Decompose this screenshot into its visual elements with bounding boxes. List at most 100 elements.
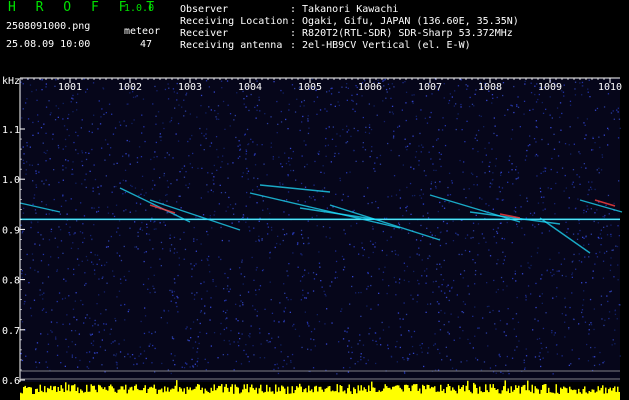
noise-pixel: [492, 309, 494, 312]
noise-pixel: [225, 312, 227, 314]
noise-pixel: [193, 298, 196, 300]
level-bar: [138, 390, 140, 400]
noise-pixel: [551, 117, 553, 119]
noise-pixel: [379, 338, 381, 340]
noise-pixel: [324, 108, 326, 110]
noise-pixel: [98, 294, 100, 296]
noise-pixel: [258, 220, 260, 222]
noise-pixel: [91, 261, 93, 263]
noise-pixel: [122, 179, 124, 181]
noise-pixel: [501, 237, 503, 240]
level-bar: [570, 389, 572, 400]
noise-pixel: [472, 347, 474, 349]
noise-pixel: [117, 227, 119, 229]
noise-pixel: [42, 142, 44, 144]
level-bar: [447, 384, 449, 400]
noise-pixel: [62, 179, 64, 181]
noise-pixel: [469, 250, 471, 253]
noise-pixel: [221, 239, 223, 242]
noise-pixel: [76, 258, 79, 260]
noise-pixel: [307, 292, 309, 294]
noise-pixel: [421, 235, 424, 237]
noise-pixel: [564, 174, 566, 177]
level-bar: [332, 390, 334, 400]
noise-pixel: [318, 262, 321, 264]
noise-pixel: [302, 294, 304, 296]
level-bar: [410, 391, 412, 400]
noise-pixel: [428, 151, 430, 153]
noise-pixel: [318, 251, 320, 253]
noise-pixel: [438, 320, 440, 322]
noise-pixel: [256, 109, 258, 111]
noise-pixel: [50, 112, 52, 114]
noise-pixel: [243, 103, 245, 105]
noise-pixel: [489, 255, 492, 257]
noise-pixel: [543, 196, 545, 198]
noise-pixel: [55, 105, 57, 107]
noise-pixel: [508, 373, 510, 375]
noise-pixel: [137, 231, 139, 234]
level-bar: [492, 384, 494, 400]
noise-pixel: [525, 217, 527, 219]
noise-pixel: [242, 304, 244, 306]
noise-pixel: [456, 294, 458, 296]
noise-pixel: [29, 164, 31, 166]
noise-pixel: [393, 276, 395, 279]
noise-pixel: [600, 304, 602, 306]
noise-pixel: [435, 187, 437, 189]
level-bar: [533, 393, 535, 400]
noise-pixel: [73, 233, 75, 235]
noise-pixel: [510, 138, 513, 140]
noise-pixel: [195, 216, 197, 218]
meta-value-antenna: : 2el-HB9CV Vertical (el. E-W): [290, 40, 471, 51]
level-bar: [282, 386, 284, 400]
noise-pixel: [515, 313, 518, 315]
noise-pixel: [430, 183, 432, 185]
x-tick-label: 1009: [538, 82, 562, 93]
noise-pixel: [417, 279, 419, 282]
noise-pixel: [33, 197, 35, 199]
noise-pixel: [415, 151, 418, 153]
noise-pixel: [532, 108, 534, 111]
level-bar: [254, 389, 256, 400]
noise-pixel: [100, 313, 102, 315]
noise-pixel: [69, 226, 71, 228]
x-tick-label: 1003: [178, 82, 202, 93]
noise-pixel: [509, 155, 511, 157]
noise-pixel: [191, 166, 193, 169]
noise-pixel: [260, 343, 262, 345]
noise-pixel: [566, 231, 568, 233]
noise-pixel: [568, 144, 570, 146]
noise-pixel: [217, 357, 219, 359]
noise-pixel: [616, 245, 619, 248]
noise-pixel: [134, 221, 136, 223]
level-bar: [80, 389, 82, 400]
noise-pixel: [232, 207, 234, 210]
noise-pixel: [270, 116, 272, 118]
noise-pixel: [416, 253, 418, 255]
noise-pixel: [405, 210, 408, 212]
level-bar: [132, 390, 134, 400]
noise-pixel: [67, 346, 70, 348]
noise-pixel: [617, 111, 619, 113]
noise-pixel: [395, 194, 398, 196]
level-bar: [542, 385, 544, 400]
level-bar: [23, 387, 25, 400]
noise-pixel: [421, 259, 423, 261]
noise-pixel: [426, 268, 428, 270]
noise-pixel: [525, 294, 527, 297]
file-name: 2508091000.png: [6, 21, 91, 32]
noise-pixel: [598, 363, 601, 366]
noise-pixel: [153, 221, 155, 223]
noise-pixel: [57, 107, 60, 110]
noise-pixel: [486, 282, 488, 284]
noise-pixel: [253, 177, 255, 179]
noise-pixel: [343, 266, 346, 268]
noise-pixel: [414, 156, 417, 158]
noise-pixel: [219, 184, 221, 186]
noise-pixel: [261, 238, 263, 240]
noise-pixel: [575, 207, 577, 209]
noise-pixel: [290, 298, 292, 301]
noise-pixel: [189, 163, 191, 165]
noise-pixel: [235, 360, 237, 363]
